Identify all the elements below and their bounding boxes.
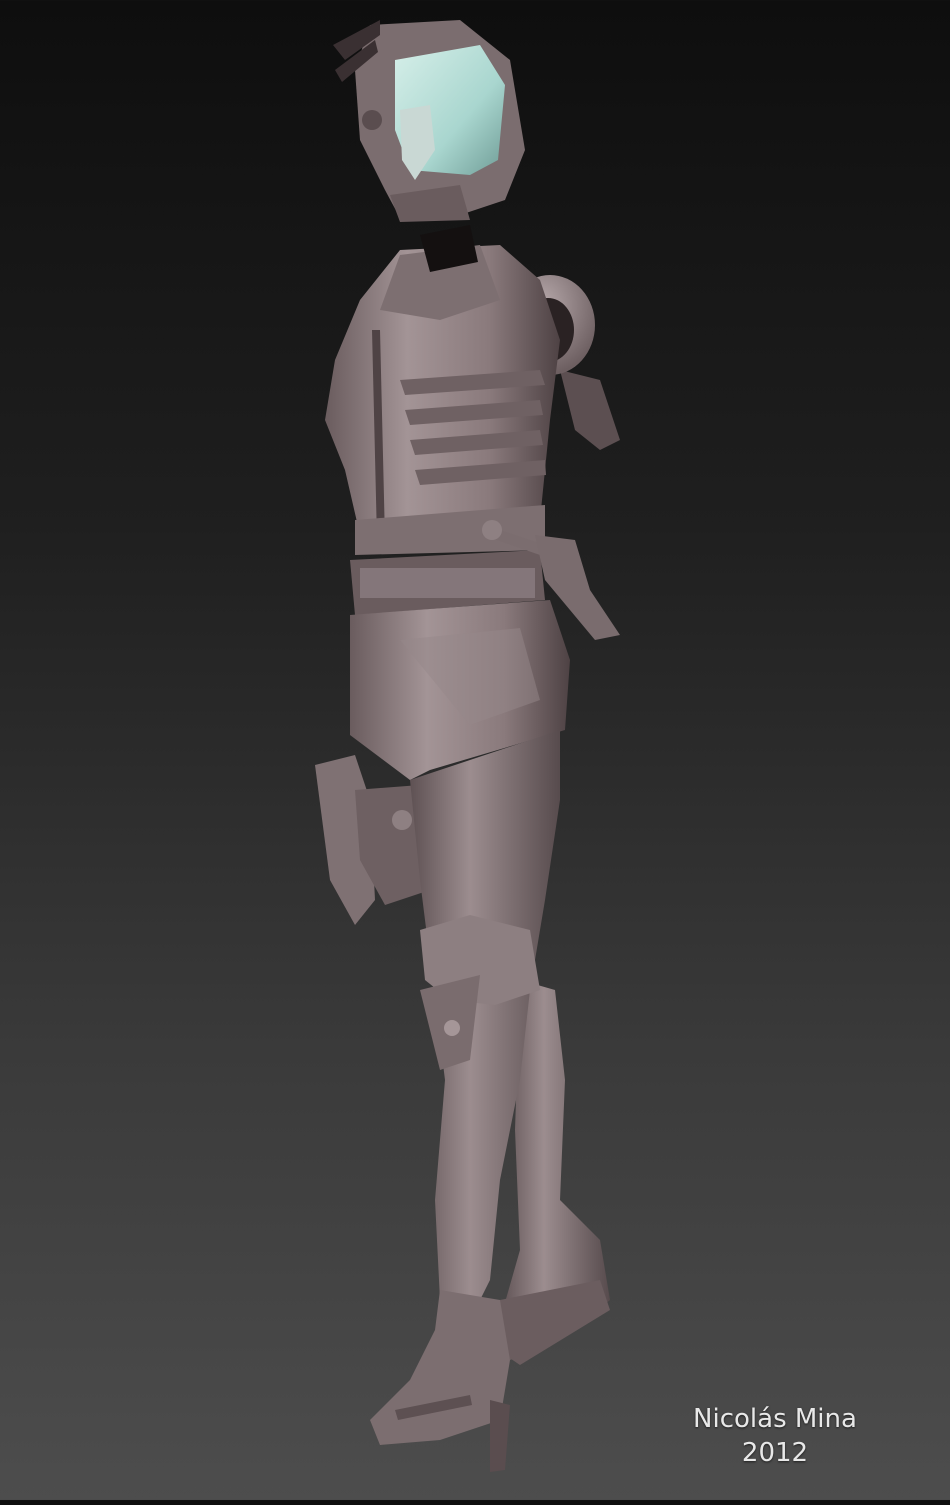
helmet [333,20,525,222]
artist-signature: Nicolás Mina 2012 [690,1402,860,1470]
signature-year: 2012 [741,1438,809,1468]
armored-figure-sculpt [315,20,620,1472]
artist-name: Nicolás Mina [693,1404,857,1434]
render-viewport [0,0,950,1500]
torso [325,225,560,540]
